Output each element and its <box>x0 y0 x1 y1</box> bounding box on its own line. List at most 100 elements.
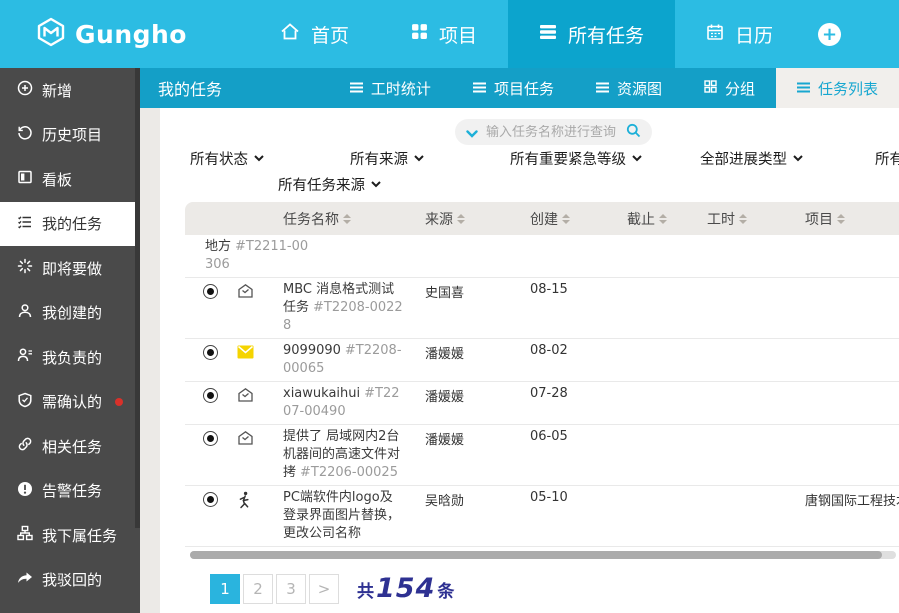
table-row[interactable]: 提供了 局域网内2台机器间的高速文件对拷#T2206-00025 潘媛媛 06-… <box>185 425 899 486</box>
org-chart-icon <box>17 525 33 545</box>
sidebar-item-created-by-me[interactable]: 我创建的 <box>0 291 140 336</box>
tab-grouping[interactable]: 分组 <box>683 68 776 108</box>
chevron-down-icon[interactable] <box>466 123 478 142</box>
search-input[interactable] <box>486 125 618 140</box>
add-button[interactable]: + <box>818 23 841 46</box>
task-name[interactable]: MBC 消息格式测试任务#T2208-00228 <box>283 281 405 335</box>
table-row[interactable]: 9099090#T2208-00065 潘媛媛 08-02 <box>185 339 899 382</box>
user-icon <box>17 303 33 323</box>
sidebar-item-upcoming[interactable]: 即将要做 <box>0 246 140 291</box>
topbar: Gungho 首页 项目 <box>0 0 899 68</box>
nav-item-all-tasks[interactable]: 所有任务 <box>508 0 675 68</box>
tab-resource-map[interactable]: 资源图 <box>575 68 683 108</box>
sidebar-scrollbar[interactable] <box>135 68 140 528</box>
sidebar-item-new[interactable]: 新增 <box>0 68 140 113</box>
tab-task-list[interactable]: 任务列表 <box>776 68 899 108</box>
sort-icon[interactable] <box>457 214 465 224</box>
page-button-3[interactable]: 3 <box>276 574 306 604</box>
tab-label: 资源图 <box>617 78 662 99</box>
filter-label: 所有 <box>875 148 899 169</box>
column-header-created[interactable]: 创建 <box>530 209 570 229</box>
sidebar-item-rejected-by-me[interactable]: 我驳回的 <box>0 558 140 603</box>
sort-icon[interactable] <box>343 214 351 224</box>
runner-icon <box>237 491 252 513</box>
task-name[interactable]: xiawukaihui#T2207-00490 <box>283 385 405 421</box>
radio-button[interactable] <box>203 284 218 299</box>
total-number: 154 <box>376 573 435 604</box>
task-created: 08-02 <box>530 343 568 358</box>
group-grid-icon <box>704 79 717 97</box>
sort-icon[interactable] <box>562 214 570 224</box>
task-name[interactable]: 9099090#T2208-00065 <box>283 342 405 378</box>
total-suffix: 条 <box>437 577 454 602</box>
filter-source[interactable]: 所有来源 <box>350 148 424 169</box>
radio-button[interactable] <box>203 388 218 403</box>
link-icon <box>17 436 33 456</box>
hamburger-icon <box>473 79 486 97</box>
table-row[interactable]: PC端软件内logo及登录界面图片替换，更改公司名称 吴晗勋 05-10 唐钢国… <box>185 486 899 547</box>
sidebar-item-label: 告警任务 <box>42 480 102 501</box>
filter-priority[interactable]: 所有重要紧急等级 <box>510 148 642 169</box>
table-row[interactable]: 地方#T2211-00306 <box>185 235 899 278</box>
radio-button[interactable] <box>203 492 218 507</box>
nav-item-calendar[interactable]: 日历 <box>675 0 804 68</box>
kanban-icon <box>17 169 33 189</box>
sidebar-item-assigned-to-me[interactable]: 我负责的 <box>0 335 140 380</box>
task-name[interactable]: PC端软件内logo及登录界面图片替换，更改公司名称 <box>283 489 405 543</box>
nav-item-home[interactable]: 首页 <box>249 0 380 68</box>
shield-icon <box>17 392 33 412</box>
sidebar-item-label: 新增 <box>42 80 72 101</box>
filter-status[interactable]: 所有状态 <box>190 148 264 169</box>
sort-icon[interactable] <box>659 214 667 224</box>
app-logo[interactable]: Gungho <box>36 17 187 51</box>
task-name[interactable]: 地方#T2211-00306 <box>205 238 311 274</box>
table-row[interactable]: xiawukaihui#T2207-00490 潘媛媛 07-28 <box>185 382 899 425</box>
sidebar-item-label: 即将要做 <box>42 258 102 279</box>
column-header-hours[interactable]: 工时 <box>707 209 747 229</box>
sidebar-item-label: 我创建的 <box>42 302 102 323</box>
home-icon <box>280 22 300 46</box>
scrollbar-thumb[interactable] <box>190 551 882 559</box>
column-label: 来源 <box>425 209 453 229</box>
table-row[interactable]: MBC 消息格式测试任务#T2208-00228 史国喜 08-15 <box>185 278 899 339</box>
chevron-down-icon <box>254 155 264 162</box>
task-created: 07-28 <box>530 386 568 401</box>
task-name[interactable]: 提供了 局域网内2台机器间的高速文件对拷#T2206-00025 <box>283 428 405 482</box>
radio-button[interactable] <box>203 345 218 360</box>
total-count: 共 154 条 <box>357 573 454 604</box>
sidebar-item-subordinate-tasks[interactable]: 我下属任务 <box>0 513 140 558</box>
page-button-2[interactable]: 2 <box>243 574 273 604</box>
search-icon[interactable] <box>626 123 641 142</box>
sidebar-item-related-tasks[interactable]: 相关任务 <box>0 424 140 469</box>
sidebar-item-kanban[interactable]: 看板 <box>0 157 140 202</box>
task-source: 潘媛媛 <box>425 386 464 405</box>
filter-label: 所有重要紧急等级 <box>510 148 626 169</box>
radio-button[interactable] <box>203 431 218 446</box>
nav-item-projects[interactable]: 项目 <box>380 0 508 68</box>
filter-task-source[interactable]: 所有任务来源 <box>278 174 381 195</box>
horizontal-scrollbar[interactable] <box>190 551 896 559</box>
column-header-name[interactable]: 任务名称 <box>283 209 351 229</box>
task-id: #T2206-00025 <box>300 465 398 480</box>
tab-hours-stats[interactable]: 工时统计 <box>329 68 452 108</box>
sidebar-item-to-confirm[interactable]: 需确认的 <box>0 380 140 425</box>
spinner-icon <box>17 258 33 278</box>
page-button-1[interactable]: 1 <box>210 574 240 604</box>
sidebar-item-alert-tasks[interactable]: 告警任务 <box>0 469 140 514</box>
column-header-project[interactable]: 项目 <box>805 209 845 229</box>
filter-progress-type[interactable]: 全部进展类型 <box>700 148 803 169</box>
sort-icon[interactable] <box>837 214 845 224</box>
sidebar-item-history-projects[interactable]: 历史项目 <box>0 113 140 158</box>
sort-icon[interactable] <box>739 214 747 224</box>
grid-icon <box>411 23 428 45</box>
sidebar-item-my-tasks[interactable]: 我的任务 <box>0 202 140 247</box>
filter-clipped[interactable]: 所有 <box>875 148 899 169</box>
sidebar-item-label: 需确认的 <box>42 391 102 412</box>
column-header-due[interactable]: 截止 <box>627 209 667 229</box>
tab-project-tasks[interactable]: 项目任务 <box>452 68 575 108</box>
column-header-source[interactable]: 来源 <box>425 209 465 229</box>
next-page-button[interactable]: > <box>309 574 339 604</box>
hamburger-icon <box>596 79 609 97</box>
search-bar[interactable] <box>455 119 652 145</box>
sidebar-item-label: 我负责的 <box>42 347 102 368</box>
